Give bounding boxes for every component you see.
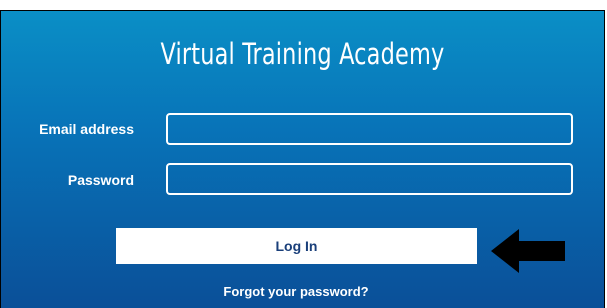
app-title: Virtual Training Academy <box>160 37 445 71</box>
password-label: Password <box>67 172 134 188</box>
forgot-password-link[interactable]: Forgot your password? <box>1 284 591 299</box>
email-label: Email address <box>39 121 134 137</box>
password-field[interactable] <box>166 163 573 195</box>
email-field[interactable] <box>166 113 573 145</box>
login-panel: Virtual Training Academy Email address P… <box>0 10 605 308</box>
left-arrow-icon <box>491 229 565 273</box>
login-button[interactable]: Log In <box>116 228 477 264</box>
